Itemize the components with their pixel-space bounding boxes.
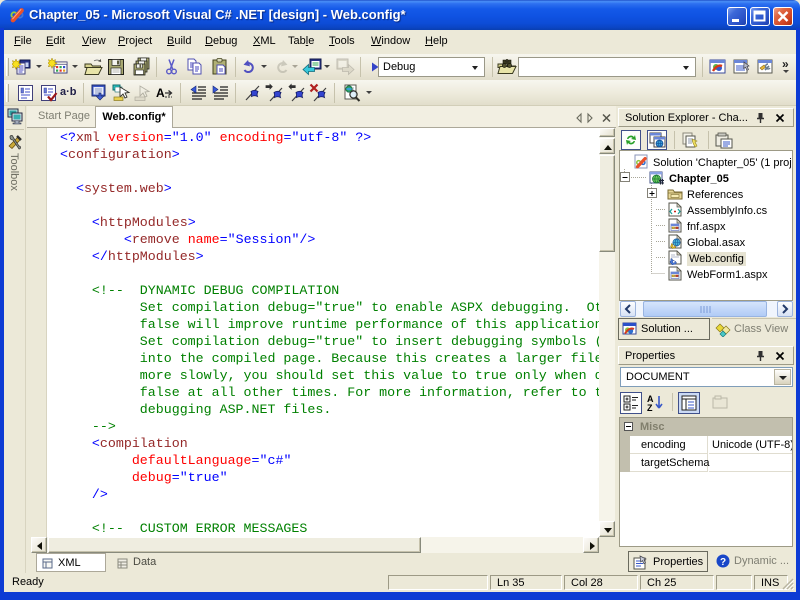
svg-text:A: A bbox=[156, 86, 165, 100]
svg-text:Z: Z bbox=[647, 403, 653, 413]
svg-text:?: ? bbox=[720, 557, 726, 568]
